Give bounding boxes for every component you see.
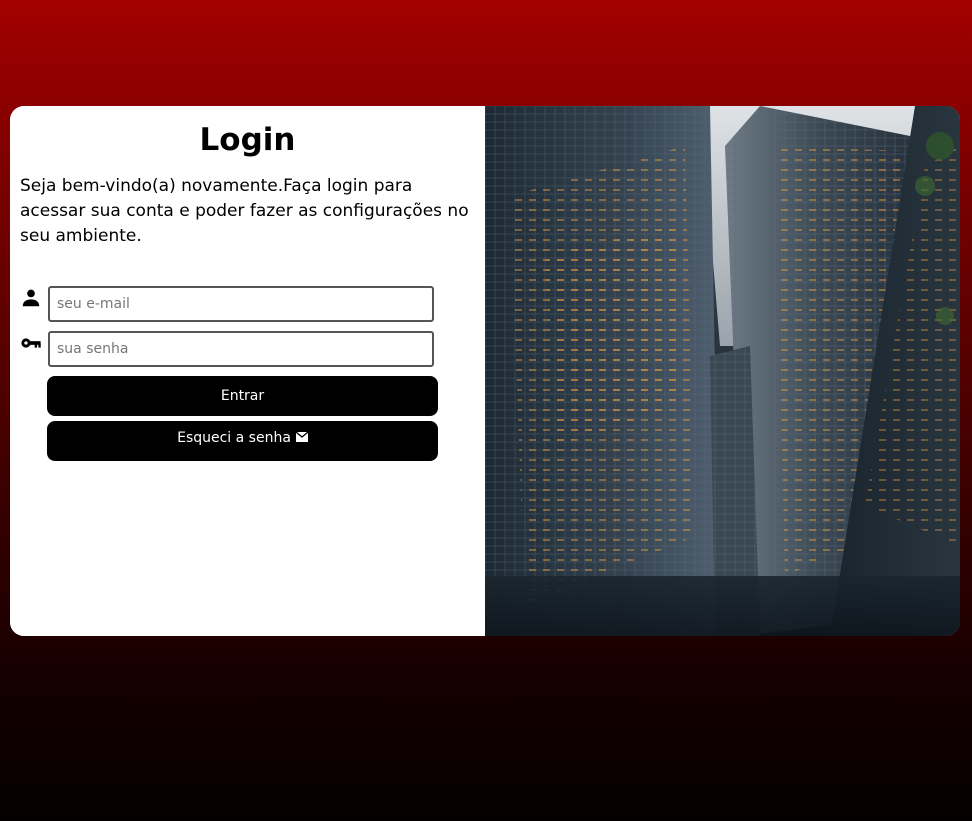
login-form-panel: Login Seja bem-vindo(a) novamente.Faça l… <box>10 106 485 636</box>
enter-button[interactable]: Entrar <box>47 376 438 416</box>
page-title: Login <box>199 122 296 158</box>
email-row <box>20 286 434 322</box>
mail-icon <box>295 432 308 442</box>
login-card: Login Seja bem-vindo(a) novamente.Faça l… <box>10 106 960 636</box>
forgot-password-label: Esqueci a senha <box>177 430 291 446</box>
email-input[interactable] <box>48 286 434 322</box>
skyscrapers-photo <box>485 106 960 636</box>
forgot-password-button[interactable]: Esqueci a senha <box>47 421 438 461</box>
buildings-image <box>485 106 960 636</box>
enter-button-label: Entrar <box>220 388 265 404</box>
key-icon <box>21 338 41 348</box>
password-row <box>20 331 434 367</box>
person-icon <box>22 289 40 307</box>
password-input[interactable] <box>48 331 434 367</box>
welcome-text: Seja bem-vindo(a) novamente.Faça login p… <box>20 176 469 246</box>
